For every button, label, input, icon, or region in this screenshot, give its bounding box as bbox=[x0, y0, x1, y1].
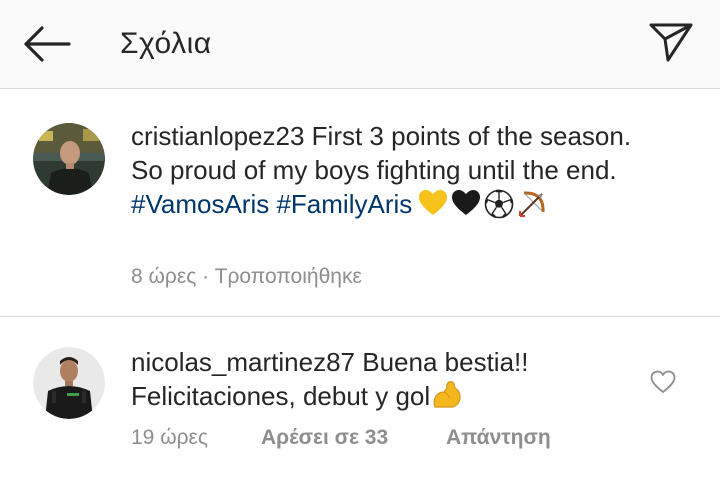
comment-username[interactable]: nicolas_martinez87 bbox=[131, 347, 355, 377]
page-title: Σχόλια bbox=[120, 27, 212, 60]
caption-emojis bbox=[418, 189, 547, 219]
like-comment-button[interactable] bbox=[648, 367, 678, 397]
reply-button[interactable]: Απάντηση bbox=[446, 425, 551, 451]
post-caption: cristianlopez23 First 3 points of the se… bbox=[0, 89, 720, 317]
comment-emoji bbox=[431, 379, 463, 409]
yellow-heart-emoji bbox=[419, 190, 448, 215]
avatar[interactable] bbox=[33, 123, 105, 195]
comment-meta: 19 ώρες Αρέσει σε 33 Απάντηση bbox=[131, 425, 551, 451]
comment-line-2: Felicitaciones, debut y gol bbox=[131, 381, 431, 411]
comment-line-1: Buena bestia!! bbox=[362, 347, 529, 377]
flexed-biceps-emoji bbox=[433, 381, 461, 408]
caption-meta: 8 ώρες · Τροποποιήθηκε bbox=[131, 264, 362, 290]
caption-time: 8 ώρες bbox=[131, 265, 197, 288]
avatar[interactable] bbox=[33, 347, 105, 419]
share-button[interactable] bbox=[643, 16, 699, 68]
edited-label: Τροποποιήθηκε bbox=[214, 265, 362, 288]
comment-time: 19 ώρες bbox=[131, 426, 209, 449]
black-heart-emoji bbox=[452, 190, 481, 215]
comment-text: nicolas_martinez87 Buena bestia!! Felici… bbox=[131, 345, 631, 413]
caption-username[interactable]: cristianlopez23 bbox=[131, 121, 304, 151]
meta-separator: · bbox=[196, 265, 215, 288]
top-bar: Σχόλια bbox=[0, 0, 720, 89]
hashtag-vamosaris[interactable]: #VamosAris bbox=[131, 189, 269, 219]
heart-outline-icon bbox=[650, 370, 676, 393]
caption-line-2: So proud of my boys fighting until the e… bbox=[131, 155, 617, 185]
comment-likes-link[interactable]: Αρέσει σε 33 bbox=[261, 425, 446, 451]
hashtag-familyaris[interactable]: #FamilyAris bbox=[276, 189, 412, 219]
arrow-left-icon bbox=[24, 26, 71, 62]
bow-and-arrow-emoji bbox=[519, 191, 545, 217]
caption-line-1: First 3 points of the season. bbox=[311, 121, 632, 151]
paper-plane-icon bbox=[649, 23, 693, 62]
soccer-ball-emoji bbox=[484, 189, 514, 219]
back-button[interactable] bbox=[18, 20, 76, 68]
caption-text: cristianlopez23 First 3 points of the se… bbox=[131, 119, 691, 221]
comment-item: nicolas_martinez87 Buena bestia!! Felici… bbox=[0, 317, 720, 489]
